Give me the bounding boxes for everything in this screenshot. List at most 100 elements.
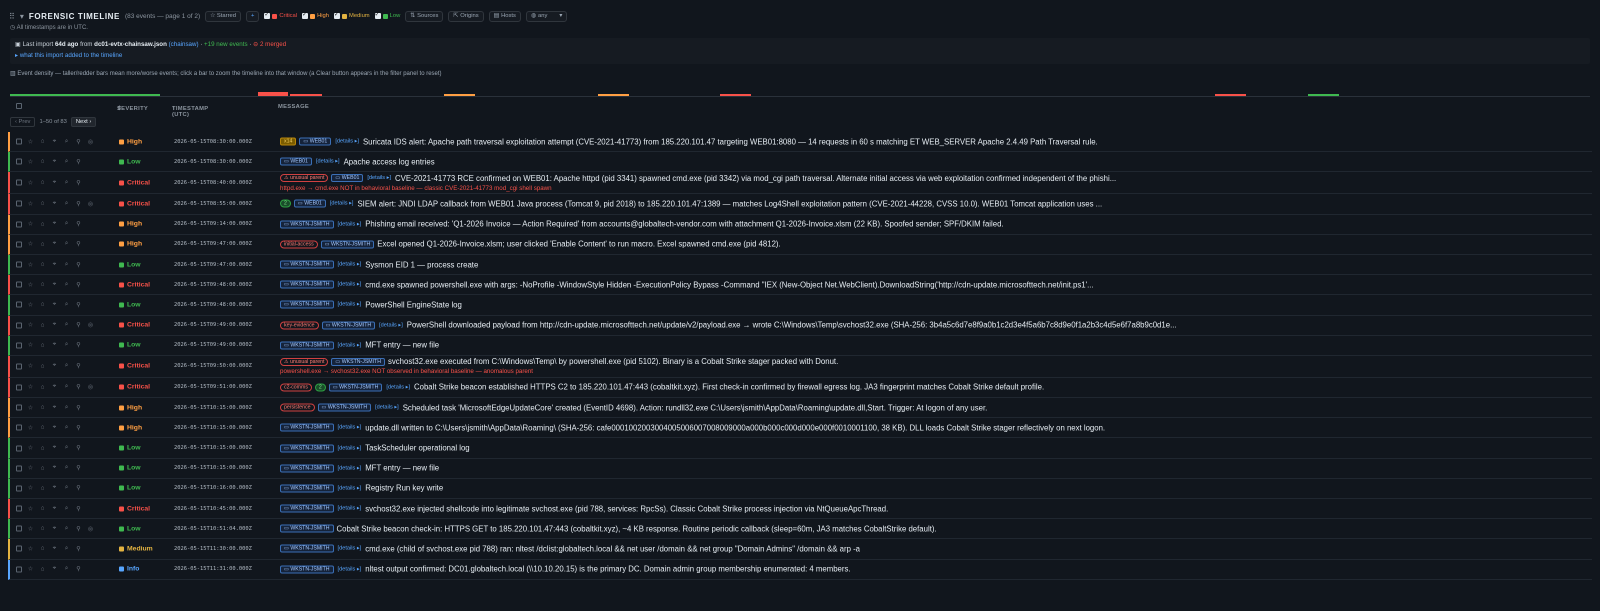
pivot-icon[interactable]: ⌕ (63, 158, 70, 165)
star-icon[interactable]: ☆ (27, 505, 34, 512)
details-link[interactable]: [details ▸] (337, 464, 363, 472)
tag-icon[interactable]: ⌖ (51, 158, 58, 165)
row-checkbox[interactable] (16, 241, 22, 248)
host-badge[interactable]: ▭ WKSTN-JSMITH (317, 403, 372, 412)
tag-badge[interactable]: persistence (280, 403, 315, 412)
pivot-icon[interactable]: ⌕ (63, 322, 70, 329)
collapse-icon[interactable]: ▾ (20, 12, 24, 21)
tag-badge[interactable]: 2 (280, 199, 291, 208)
pivot-icon[interactable]: ⌕ (63, 363, 70, 370)
host-badge[interactable]: ▭ WKSTN-JSMITH (280, 444, 334, 453)
details-link[interactable]: [details ▸] (337, 341, 363, 349)
tag-icon[interactable]: ⌖ (51, 545, 58, 552)
row-checkbox[interactable] (16, 545, 22, 552)
density-bar[interactable] (258, 92, 288, 96)
location-icon[interactable]: ◎ (87, 138, 94, 145)
row-checkbox[interactable] (16, 505, 22, 512)
density-bar[interactable] (444, 94, 475, 96)
host-badge[interactable]: ▭ WKSTN-JSMITH (328, 383, 383, 392)
density-bar[interactable] (1215, 94, 1246, 96)
table-row[interactable]: ☆ ⌂ ⌖ ⌕ ⚲ Critical 2026-05-15T09:48:00.000Z ▭ W… (8, 275, 1592, 296)
comment-icon[interactable]: ⌂ (39, 322, 46, 328)
pin-icon[interactable]: ⚲ (75, 342, 82, 349)
table-row[interactable]: ☆ ⌂ ⌖ ⌕ ⚲ Critical 2026-05-15T10:45:00.000Z ▭ W… (8, 499, 1592, 520)
row-checkbox[interactable] (16, 200, 22, 207)
row-checkbox[interactable] (16, 363, 22, 370)
comment-icon[interactable]: ⌂ (39, 201, 46, 207)
pin-icon[interactable]: ⚲ (75, 301, 82, 308)
comment-icon[interactable]: ⌂ (39, 221, 46, 227)
starred-button[interactable]: ☆ Starred (205, 10, 241, 22)
star-icon[interactable]: ☆ (27, 566, 34, 573)
tag-icon[interactable]: ⌖ (51, 424, 58, 431)
tag-badge[interactable]: c2-comms (280, 383, 312, 392)
details-link[interactable]: [details ▸] (337, 301, 363, 309)
pivot-icon[interactable]: ⌕ (63, 465, 70, 472)
filter-high[interactable]: High (302, 11, 329, 19)
pivot-icon[interactable]: ⌕ (63, 221, 70, 228)
location-icon[interactable]: ◎ (87, 384, 94, 391)
star-icon[interactable]: ☆ (27, 424, 34, 431)
table-row[interactable]: ☆ ⌂ ⌖ ⌕ ⚲ ◎ Low 2026-05-15T10:51:04.000Z ▭ WKSTN… (8, 519, 1592, 540)
pivot-icon[interactable]: ⌕ (63, 404, 70, 411)
comment-icon[interactable]: ⌂ (39, 445, 46, 451)
comment-icon[interactable]: ⌂ (39, 506, 46, 512)
table-row[interactable]: ☆ ⌂ ⌖ ⌕ ⚲ High 2026-05-15T10:15:00.000Z ▭ WKSTN… (8, 418, 1592, 439)
table-row[interactable]: ☆ ⌂ ⌖ ⌕ ⚲ High 2026-05-15T09:47:00.000Z initial… (8, 234, 1592, 255)
star-icon[interactable]: ☆ (27, 322, 34, 329)
pivot-icon[interactable]: ⌕ (63, 485, 70, 492)
checkbox-icon[interactable] (302, 11, 309, 19)
details-link[interactable]: [details ▸] (366, 174, 392, 182)
pin-icon[interactable]: ⚲ (75, 566, 82, 573)
row-checkbox[interactable] (16, 445, 22, 452)
row-checkbox[interactable] (16, 465, 22, 472)
pin-icon[interactable]: ⚲ (75, 465, 82, 472)
row-checkbox[interactable] (16, 158, 22, 165)
host-badge[interactable]: ▭ WKSTN-JSMITH (320, 240, 375, 249)
comment-icon[interactable]: ⌂ (39, 405, 46, 411)
table-row[interactable]: ☆ ⌂ ⌖ ⌕ ⚲ Low 2026-05-15T10:16:00.000Z ▭ WKSTN-… (8, 478, 1592, 499)
details-link[interactable]: [details ▸] (337, 444, 363, 452)
host-badge[interactable]: ▭ WKSTN-JSMITH (280, 464, 334, 473)
row-checkbox[interactable] (16, 322, 22, 329)
row-checkbox[interactable] (16, 221, 22, 228)
tag-icon[interactable]: ⌖ (51, 485, 58, 492)
star-icon[interactable]: ☆ (27, 158, 34, 165)
filter-critical[interactable]: Critical (264, 11, 297, 19)
pin-icon[interactable]: ⚲ (75, 241, 82, 248)
host-badge[interactable]: ▭ WKSTN-JSMITH (280, 565, 334, 574)
tag-badge[interactable]: 2 (314, 383, 326, 392)
checkbox-icon[interactable] (334, 11, 340, 19)
host-badge[interactable]: ▭ WKSTN-JSMITH (280, 300, 334, 309)
host-badge[interactable]: ▭ WKSTN-JSMITH (280, 484, 334, 493)
sources-button[interactable]: ⇅ Sources (405, 10, 444, 22)
pivot-icon[interactable]: ⌕ (63, 545, 70, 552)
tag-icon[interactable]: ⌖ (51, 261, 58, 268)
host-badge[interactable]: ▭ WEB01 (331, 174, 364, 183)
comment-icon[interactable]: ⌂ (39, 425, 46, 431)
pin-icon[interactable]: ⚲ (75, 505, 82, 512)
origins-button[interactable]: ⇱ Origins (448, 10, 484, 22)
row-checkbox[interactable] (16, 179, 22, 186)
host-badge[interactable]: ▭ WKSTN-JSMITH (321, 321, 376, 330)
details-link[interactable]: [details ▸] (329, 200, 355, 208)
table-row[interactable]: ☆ ⌂ ⌖ ⌕ ⚲ ◎ Critical 2026-05-15T09:51:00.000Z c2… (8, 377, 1592, 399)
prev-page-button[interactable]: ‹ Prev (10, 117, 36, 127)
host-badge[interactable]: ▭ WKSTN-JSMITH (280, 280, 334, 289)
star-icon[interactable]: ☆ (27, 179, 34, 186)
tag-badge[interactable]: ⚠ unusual parent (280, 174, 329, 183)
pivot-icon[interactable]: ⌕ (63, 384, 70, 391)
pin-icon[interactable]: ⚲ (75, 485, 82, 492)
table-row[interactable]: ☆ ⌂ ⌖ ⌕ ⚲ Low 2026-05-15T10:15:00.000Z ▭ WKSTN-… (8, 458, 1592, 479)
location-icon[interactable]: ◎ (87, 525, 94, 532)
comment-icon[interactable]: ⌂ (39, 241, 46, 247)
tag-icon[interactable]: ⌖ (51, 221, 58, 228)
hosts-button[interactable]: ▤ Hosts (488, 10, 521, 22)
table-row[interactable]: ☆ ⌂ ⌖ ⌕ ⚲ High 2026-05-15T09:14:00.000Z ▭ WKSTN… (8, 214, 1592, 235)
filter-medium[interactable]: Medium (334, 11, 370, 19)
pin-icon[interactable]: ⚲ (75, 138, 82, 145)
time-filter-select[interactable]: ◍ any ▾ (525, 10, 568, 22)
pin-icon[interactable]: ⚲ (75, 200, 82, 207)
pivot-icon[interactable]: ⌕ (63, 241, 70, 248)
tag-badge[interactable]: initial-access (280, 240, 318, 249)
